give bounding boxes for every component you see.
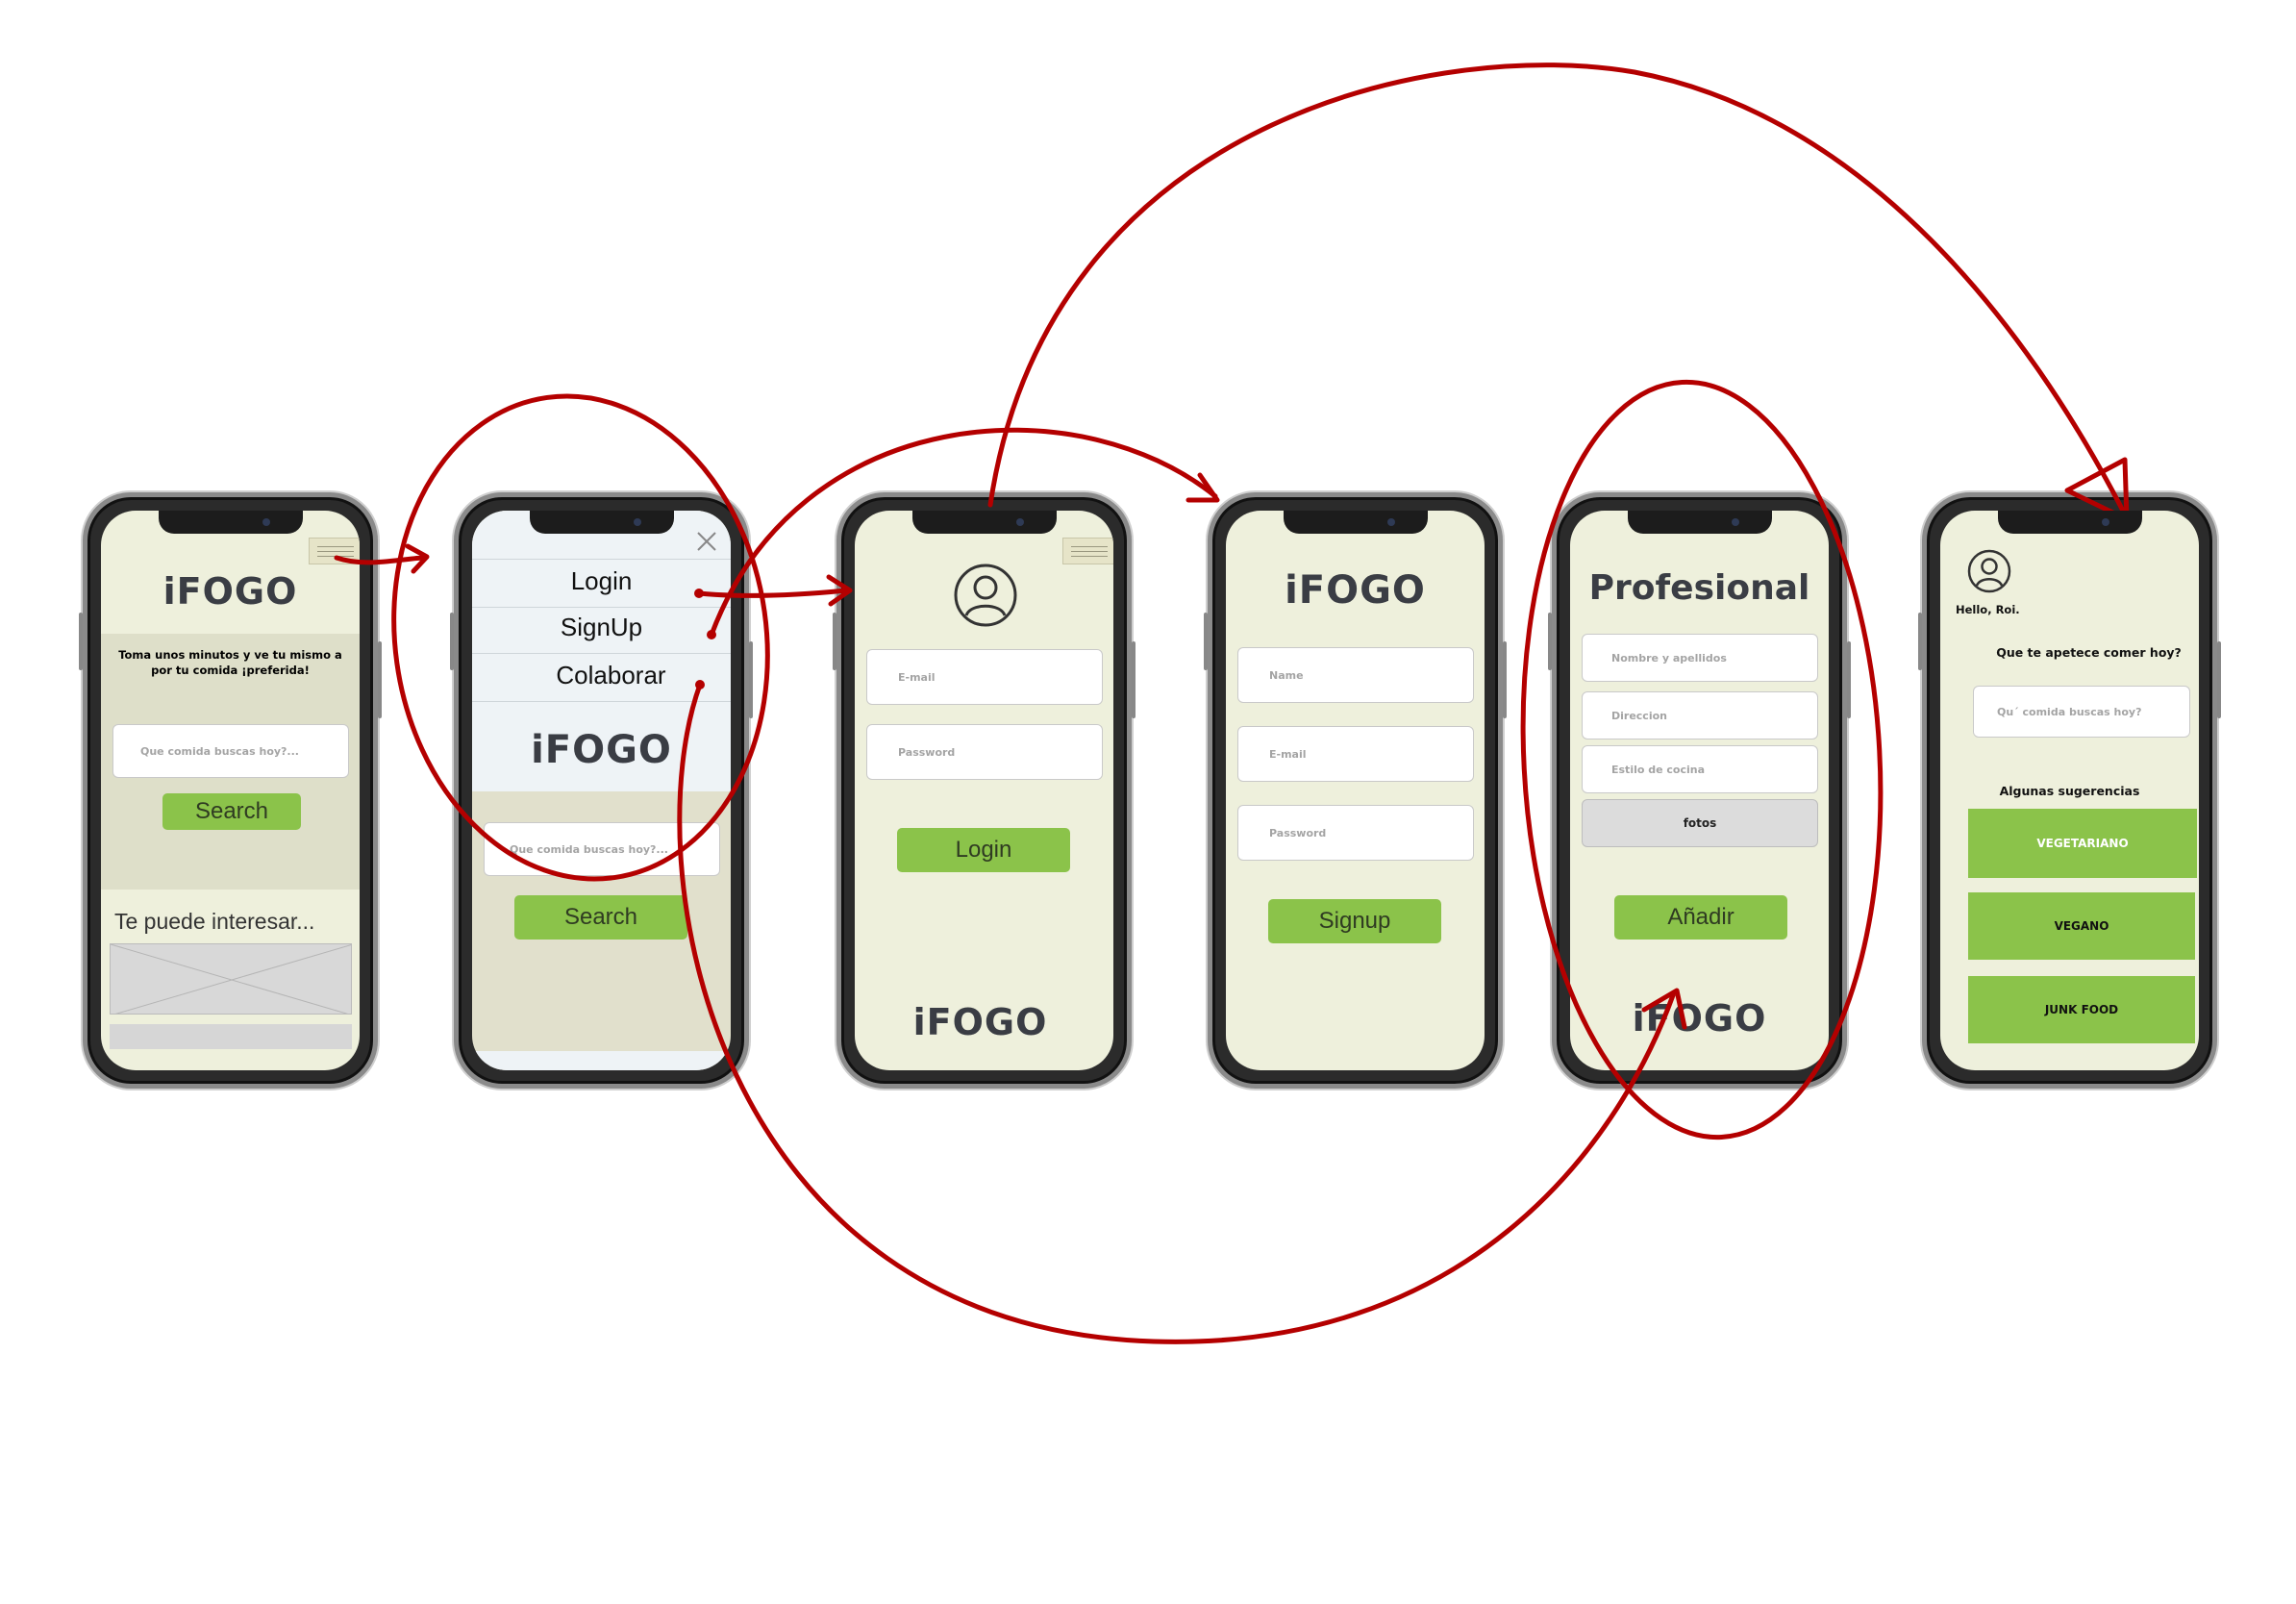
arrow-colaborar-to-professional: [677, 682, 1676, 1344]
home-screen: iFOGO Toma unos minutos y ve tu mismo a …: [101, 511, 360, 1070]
suggestions-title: Algunas sugerencias: [1999, 784, 2140, 798]
cuisine-style-field[interactable]: Estilo de cocina: [1582, 745, 1818, 793]
phone-notch: [158, 511, 303, 534]
image-placeholder-2: [110, 1024, 352, 1049]
arrowhead: [405, 543, 430, 574]
full-name-field[interactable]: Nombre y apellidos: [1582, 634, 1818, 682]
user-avatar-icon[interactable]: [1967, 549, 2011, 593]
phone-notch: [1627, 511, 1772, 534]
photos-upload[interactable]: fotos: [1582, 799, 1818, 847]
login-button[interactable]: Login: [897, 828, 1070, 872]
menu-item-colaborar[interactable]: Colaborar: [491, 661, 731, 699]
phone-dashboard: Hello, Roi. Que te apetece comer hoy? Qu…: [1918, 492, 2221, 1089]
hamburger-icon[interactable]: [309, 538, 360, 564]
tagline: Toma unos minutos y ve tu mismo a por tu…: [118, 648, 342, 677]
close-icon[interactable]: [695, 530, 718, 553]
phone-notch: [1283, 511, 1428, 534]
suggestion-junk-food[interactable]: JUNK FOOD: [1968, 976, 2195, 1043]
signup-button[interactable]: Signup: [1268, 899, 1441, 943]
suggestion-vegano[interactable]: VEGANO: [1968, 892, 2195, 960]
section-title: Te puede interesar...: [114, 909, 315, 934]
professional-screen: Profesional Nombre y apellidos Direccion…: [1570, 511, 1829, 1070]
phone-signup: iFOGO Name E-mail Password Signup: [1204, 492, 1507, 1089]
name-field[interactable]: Name: [1237, 647, 1474, 703]
image-placeholder: [110, 943, 352, 1015]
add-button[interactable]: Añadir: [1614, 895, 1787, 940]
greeting: Hello, Roi.: [1956, 603, 2020, 616]
dashboard-screen: Hello, Roi. Que te apetece comer hoy? Qu…: [1940, 511, 2199, 1070]
search-button[interactable]: Search: [162, 793, 301, 830]
signup-screen: iFOGO Name E-mail Password Signup: [1226, 511, 1485, 1070]
menu-item-login[interactable]: Login: [472, 566, 731, 605]
phone-professional: Profesional Nombre y apellidos Direccion…: [1548, 492, 1851, 1089]
app-logo: iFOGO: [531, 728, 672, 772]
menu-divider: [472, 559, 731, 560]
menu-item-signup[interactable]: SignUp: [472, 613, 731, 651]
search-input[interactable]: Que comida buscas hoy?...: [112, 724, 349, 778]
page-title: Profesional: [1588, 568, 1810, 608]
menu-screen: Login SignUp Colaborar iFOGO Que comida …: [472, 511, 731, 1070]
user-avatar-icon: [953, 563, 1018, 628]
menu-divider: [472, 701, 731, 702]
app-logo: iFOGO: [1285, 568, 1426, 613]
app-logo: iFOGO: [912, 1001, 1048, 1043]
hamburger-icon[interactable]: [1062, 538, 1113, 564]
phone-login: E-mail Password Login iFOGO: [833, 492, 1136, 1089]
app-logo: iFOGO: [162, 570, 298, 613]
address-field[interactable]: Direccion: [1582, 691, 1818, 739]
password-field[interactable]: Password: [866, 724, 1103, 780]
arrow-login-to-dashboard: [987, 63, 2128, 517]
search-input[interactable]: Que comida buscas hoy?...: [484, 822, 720, 876]
phone-home: iFOGO Toma unos minutos y ve tu mismo a …: [79, 492, 382, 1089]
email-field[interactable]: E-mail: [1237, 726, 1474, 782]
menu-divider: [472, 607, 731, 608]
search-button[interactable]: Search: [514, 895, 687, 940]
phone-notch: [1997, 511, 2142, 534]
email-field[interactable]: E-mail: [866, 649, 1103, 705]
arrowhead: [1185, 472, 1220, 503]
app-logo: iFOGO: [1632, 997, 1767, 1040]
menu-divider: [472, 653, 731, 654]
password-field[interactable]: Password: [1237, 805, 1474, 861]
phone-menu: Login SignUp Colaborar iFOGO Que comida …: [450, 492, 753, 1089]
placeholder-cross-icon: [111, 944, 351, 1014]
phone-notch: [911, 511, 1057, 534]
bottom-strip: [472, 1051, 731, 1070]
phone-notch: [529, 511, 674, 534]
search-input[interactable]: Qu´ comida buscas hoy?: [1973, 686, 2190, 738]
suggestion-vegetariano[interactable]: VEGETARIANO: [1968, 809, 2197, 878]
login-screen: E-mail Password Login iFOGO: [855, 511, 1113, 1070]
question: Que te apetece comer hoy?: [1996, 645, 2182, 660]
